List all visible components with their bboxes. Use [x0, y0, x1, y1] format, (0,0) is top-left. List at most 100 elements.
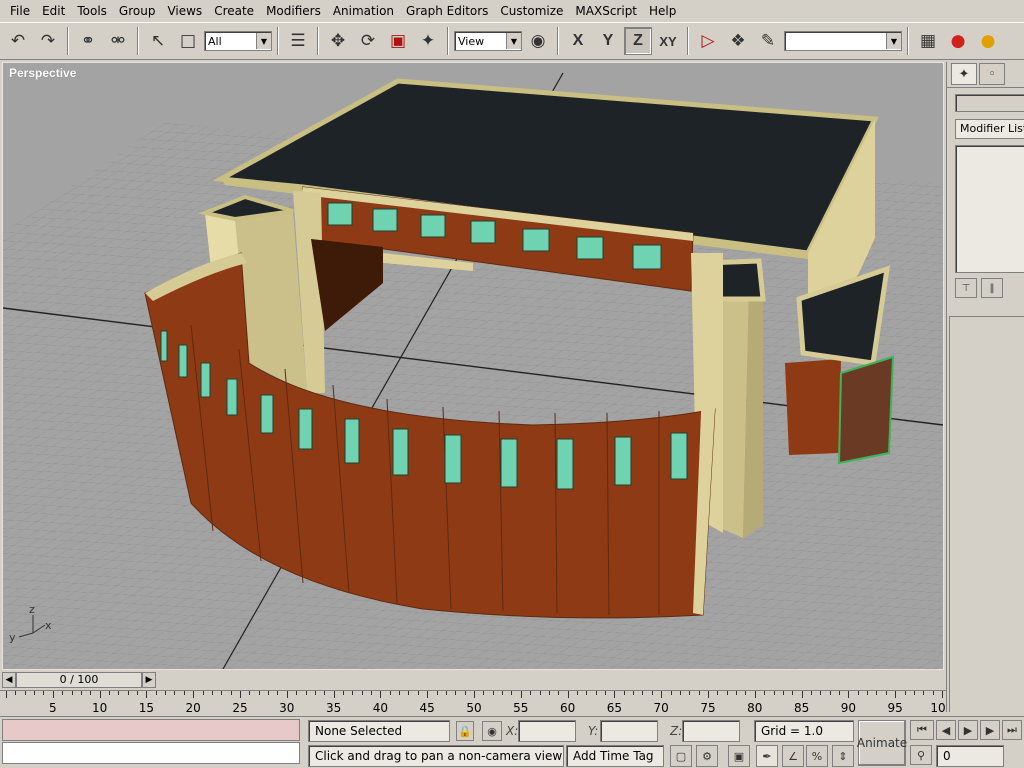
absolute-mode-icon[interactable]: ◉ [482, 721, 502, 741]
menu-help[interactable]: Help [643, 0, 682, 22]
go-to-start-icon[interactable]: ⏮ [910, 720, 934, 740]
play-icon[interactable]: ▶ [958, 720, 978, 740]
menu-group[interactable]: Group [113, 0, 162, 22]
current-frame-field[interactable]: 0 [936, 745, 1004, 767]
time-slider-bar: ◀ 0 / 100 ▶ [2, 671, 944, 689]
key-mode-icon[interactable]: ⚲ [910, 745, 932, 765]
track-tick-label: 95 [887, 701, 903, 715]
track-tick [942, 691, 943, 698]
menu-file[interactable]: File [4, 0, 36, 22]
menu-views[interactable]: Views [161, 0, 208, 22]
track-tick [202, 691, 204, 695]
modifier-stack[interactable] [955, 145, 1024, 273]
redo-icon[interactable]: ↷ [34, 27, 62, 55]
pin-stack-icon[interactable]: ⊤ [955, 278, 977, 298]
viewport-label[interactable]: Perspective [9, 66, 76, 80]
scale-icon[interactable]: ▣ [384, 27, 412, 55]
rotate-icon[interactable]: ⟳ [354, 27, 382, 55]
menu-graph-editors[interactable]: Graph Editors [400, 0, 494, 22]
track-tick-label: 35 [325, 701, 342, 715]
add-time-tag[interactable]: Add Time Tag [566, 745, 664, 767]
modify-tab-icon[interactable]: ◦ [979, 63, 1005, 85]
render-icon[interactable]: ● [974, 27, 1002, 55]
maxscript-output-mini[interactable] [2, 742, 300, 764]
track-tick [427, 691, 429, 698]
time-slider[interactable]: 0 / 100 [16, 672, 142, 688]
track-tick [62, 691, 64, 695]
track-tick [857, 691, 859, 695]
prev-frame-arrow-icon[interactable]: ◀ [2, 672, 16, 688]
array-icon[interactable]: ❖ [724, 27, 752, 55]
unlink-selection-icon[interactable]: ⚮ [104, 27, 132, 55]
modifier-list-dropdown[interactable]: Modifier List [955, 119, 1024, 139]
toolbar-separator [67, 27, 69, 55]
selection-filter-value: All [208, 34, 222, 48]
y-label: Y: [588, 724, 599, 738]
show-end-result-icon[interactable]: ‖ [981, 278, 1003, 298]
layer-manager-icon[interactable]: ▦ [914, 27, 942, 55]
track-tick-label: 50 [466, 701, 482, 715]
x-coordinate-field[interactable] [518, 720, 576, 742]
track-tick [810, 691, 812, 695]
track-tick [221, 691, 223, 695]
track-tick [923, 691, 925, 695]
move-icon[interactable]: ✥ [324, 27, 352, 55]
adaptive-degradation-icon[interactable]: ⚙ [696, 745, 718, 767]
angle-snap-icon[interactable]: ∠ [782, 745, 804, 767]
menu-animation[interactable]: Animation [327, 0, 400, 22]
selection-filter-dropdown[interactable]: All ▼ [204, 31, 272, 51]
spinner-snap-icon[interactable]: ⇕ [832, 745, 854, 767]
object-name-field[interactable] [955, 94, 1024, 112]
animate-button[interactable]: Animate [857, 720, 907, 766]
track-tick [773, 691, 775, 695]
x-label: X: [506, 724, 519, 738]
menu-tools[interactable]: Tools [71, 0, 113, 22]
menu-edit[interactable]: Edit [36, 0, 71, 22]
lock-selection-icon[interactable]: 🔒 [456, 721, 474, 741]
next-frame-arrow-icon[interactable]: ▶ [142, 672, 156, 688]
menu-create[interactable]: Create [208, 0, 260, 22]
track-tick [913, 691, 915, 695]
perspective-viewport[interactable]: z y x Perspective [2, 62, 944, 670]
track-tick [661, 691, 663, 698]
track-tick [305, 691, 307, 695]
track-tick [736, 691, 738, 695]
go-to-end-icon[interactable]: ⏭ [1002, 720, 1022, 740]
track-tick [352, 691, 354, 695]
reference-coordinate-dropdown[interactable]: View ▼ [454, 31, 522, 51]
y-coordinate-field[interactable] [600, 720, 658, 742]
restrict-x-button[interactable]: X [564, 27, 592, 55]
material-editor-icon[interactable]: ● [944, 27, 972, 55]
z-coordinate-field[interactable] [682, 720, 740, 742]
snap-3d-icon[interactable]: ✒ [756, 745, 778, 767]
track-tick [820, 691, 822, 695]
zoom-extents-icon[interactable]: ▢ [670, 745, 692, 767]
region-select-icon[interactable]: □ [174, 27, 202, 55]
align-icon[interactable]: ✎ [754, 27, 782, 55]
maxscript-listener-mini[interactable] [2, 719, 300, 741]
undo-icon[interactable]: ↶ [4, 27, 32, 55]
track-tick [829, 691, 831, 695]
track-tick [520, 691, 522, 698]
track-tick [717, 691, 719, 695]
mirror-icon[interactable]: ▷ [694, 27, 722, 55]
select-and-link-icon[interactable]: ⚭ [74, 27, 102, 55]
stack-buttons: ⊤ ‖ [955, 278, 1024, 300]
menu-customize[interactable]: Customize [494, 0, 569, 22]
select-object-icon[interactable]: ↖ [144, 27, 172, 55]
pivot-center-icon[interactable]: ◉ [524, 27, 552, 55]
restrict-z-button[interactable]: Z [624, 27, 652, 55]
select-by-name-icon[interactable]: ☰ [284, 27, 312, 55]
restrict-xy-button[interactable]: XY [654, 27, 682, 55]
box-mode-icon[interactable]: ▣ [728, 745, 750, 767]
menu-maxscript[interactable]: MAXScript [569, 0, 643, 22]
named-selection-dropdown[interactable]: ▼ [784, 31, 902, 51]
create-tab-icon[interactable]: ✦ [951, 63, 977, 85]
select-and-manipulate-icon[interactable]: ✦ [414, 27, 442, 55]
restrict-y-button[interactable]: Y [594, 27, 622, 55]
track-bar[interactable]: 5 10 15 20 25 30 35 40 45 50 55 60 65 70 75 80 85 90 95 10 [0, 690, 946, 716]
percent-snap-icon[interactable]: % [806, 745, 828, 767]
previous-frame-icon[interactable]: ◀ [936, 720, 956, 740]
menu-modifiers[interactable]: Modifiers [260, 0, 327, 22]
next-frame-icon[interactable]: ▶ [980, 720, 1000, 740]
